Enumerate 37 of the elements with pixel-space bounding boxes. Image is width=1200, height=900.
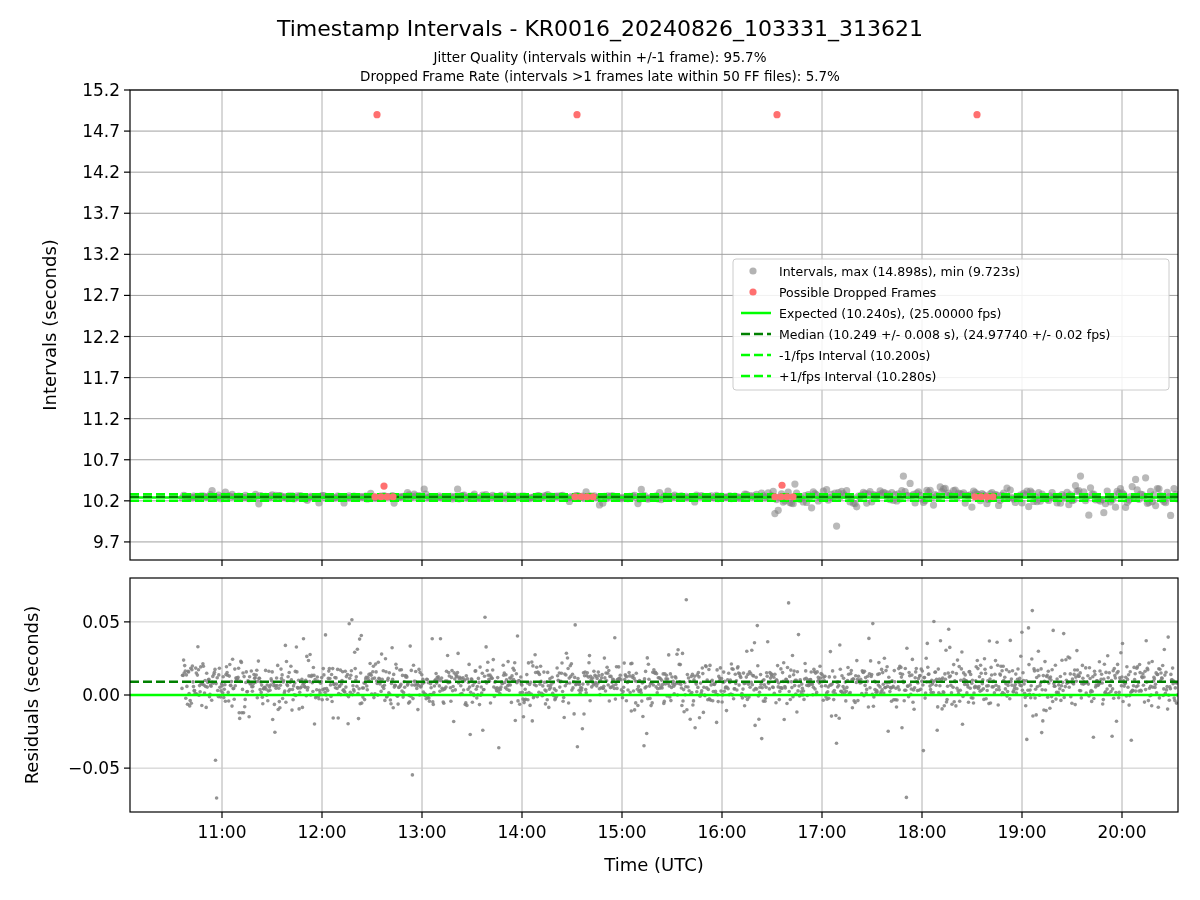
tick-label: 15:00 (597, 822, 647, 842)
tick-label: 19:00 (997, 822, 1047, 842)
tick-label: 12.7 (82, 285, 120, 306)
figure-subtitle: Jitter Quality (intervals within +/-1 frame): 95.7% (433, 49, 767, 65)
tick-label: 18:00 (897, 822, 947, 842)
figure-subtitle: Dropped Frame Rate (intervals >1 frames late within 50 FF files): 5.7% (360, 68, 840, 84)
tick-label: 17:00 (797, 822, 847, 842)
legend-label: Median (10.249 +/- 0.008 s), (24.97740 +/- 0.02 fps) (779, 327, 1111, 342)
tick-label: 9.7 (92, 531, 120, 552)
tick-label: 11.2 (82, 408, 120, 429)
legend-label: Intervals, max (14.898s), min (9.723s) (779, 264, 1021, 279)
tick-label: 14.2 (82, 162, 120, 183)
tick-label: 20:00 (1097, 822, 1147, 842)
tick-label: 11:00 (197, 822, 247, 842)
tick-label: 14.7 (82, 121, 120, 142)
legend-label: +1/fps Interval (10.280s) (779, 369, 937, 384)
tick-label: 12:00 (297, 822, 347, 842)
tick-label: 12.2 (82, 326, 120, 347)
tick-label: 0.05 (82, 611, 120, 632)
tick-label: 15.2 (82, 80, 120, 100)
tick-label: 13.2 (82, 244, 120, 265)
legend-label: Possible Dropped Frames (779, 285, 937, 300)
tick-label: 14:00 (497, 822, 547, 842)
legend-label: Expected (10.240s), (25.00000 fps) (779, 306, 1002, 321)
tick-label: 16:00 (697, 822, 747, 842)
tick-label: −0.05 (67, 758, 120, 779)
axis-label: Residuals (seconds) (21, 605, 42, 785)
tick-label: 13.7 (82, 203, 120, 224)
tick-label: 11.7 (82, 367, 120, 388)
tick-label: 10.7 (82, 449, 120, 470)
tick-label: 13:00 (397, 822, 447, 842)
tick-label: 0.00 (82, 685, 120, 705)
tick-label: 10.2 (82, 490, 120, 511)
legend-label: -1/fps Interval (10.200s) (779, 348, 931, 363)
axis-label: Time (UTC) (604, 854, 704, 875)
axis-label: Intervals (seconds) (39, 239, 60, 411)
figure-title: Timestamp Intervals - KR0016_20240826_103331_313621 (276, 16, 924, 41)
